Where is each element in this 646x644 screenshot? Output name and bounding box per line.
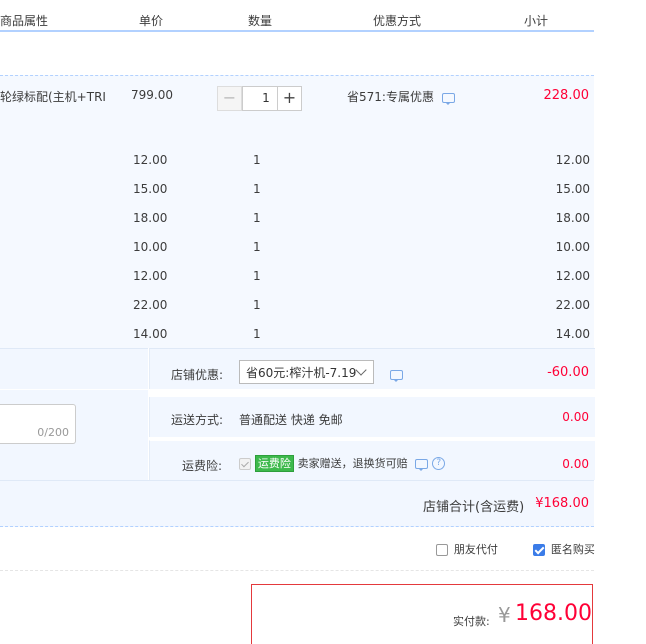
header-divider — [313, 26, 316, 28]
row-qty: 1 — [253, 153, 261, 167]
anonymous-checkbox[interactable] — [533, 543, 545, 556]
col-price-header: 单价 — [139, 14, 164, 28]
anonymous-option[interactable]: 匿名购买 — [533, 541, 595, 557]
row-subtotal: 10.00 — [555, 240, 590, 254]
promo-text: 省571:专属优惠 — [347, 90, 434, 104]
row-qty: 1 — [253, 240, 261, 254]
insurance-checkbox[interactable] — [239, 457, 251, 470]
row-subtotal: 14.00 — [555, 327, 590, 341]
friend-pay-option[interactable]: 朋友代付 — [436, 541, 498, 557]
help-icon[interactable]: ? — [432, 457, 446, 470]
discount-label: 店铺优惠: — [171, 368, 224, 382]
row-price: 15.00 — [133, 182, 168, 196]
row-price: 18.00 — [133, 211, 168, 225]
discount-selected: 省60元:榨汁机-7.19 — [246, 366, 357, 380]
table-header: 商品属性 单价 数量 优惠方式 小计 — [0, 0, 594, 32]
chevron-down-icon — [355, 364, 367, 376]
row-price: 12.00 — [133, 269, 168, 283]
shipping-amount: 0.00 — [562, 410, 589, 424]
message-counter: 0/200 — [37, 426, 69, 439]
payment-currency: ¥ — [498, 603, 511, 627]
row-price: 12.00 — [133, 153, 168, 167]
payment-label: 实付款: — [453, 615, 490, 628]
header-divider — [204, 26, 207, 28]
friend-pay-label: 朋友代付 — [453, 543, 498, 556]
quantity-plus-button[interactable]: + — [277, 86, 302, 111]
row-price: 10.00 — [133, 240, 168, 254]
col-promo-header: 优惠方式 — [373, 14, 422, 28]
item-subtotal: 228.00 — [543, 88, 590, 103]
insurance-label: 运费险: — [182, 459, 223, 473]
shop-total-label: 店铺合计(含运费) — [423, 500, 525, 515]
row-qty: 1 — [253, 269, 261, 283]
row-subtotal: 15.00 — [555, 182, 590, 196]
col-subtotal-header: 小计 — [524, 14, 549, 28]
header-divider — [95, 26, 98, 28]
message-input[interactable]: 0/200 — [0, 404, 76, 444]
row-price: 14.00 — [133, 327, 168, 341]
header-divider — [476, 26, 479, 28]
discount-amount: -60.00 — [547, 365, 589, 380]
shipping-method: 普通配送 快递 免邮 — [239, 413, 343, 427]
row-qty: 1 — [253, 298, 261, 312]
row-subtotal: 12.00 — [555, 153, 590, 167]
row-subtotal: 22.00 — [555, 298, 590, 312]
row-subtotal: 12.00 — [555, 269, 590, 283]
row-price: 22.00 — [133, 298, 168, 312]
chat-icon[interactable] — [441, 92, 455, 105]
insurance-amount: 0.00 — [562, 457, 589, 471]
shipping-label: 运送方式: — [171, 413, 224, 427]
divider — [0, 570, 594, 571]
item-price: 799.00 — [131, 88, 173, 102]
insurance-info: 运费险 卖家赠送，退换货可赔 ? — [239, 455, 446, 472]
row-qty: 1 — [253, 182, 261, 196]
message-label-area — [0, 348, 148, 389]
row-qty: 1 — [253, 211, 261, 225]
anonymous-label: 匿名购买 — [550, 543, 595, 556]
item-name[interactable]: 轮绿标配(主机+TRI — [0, 88, 106, 105]
order-items — [0, 75, 594, 348]
col-qty-header: 数量 — [248, 14, 273, 28]
col-attr-header: 商品属性 — [0, 14, 49, 28]
payment-summary: 实付款: ¥ 168.00 — [251, 584, 593, 644]
quantity-minus-button[interactable]: − — [217, 86, 242, 111]
insurance-tag: 运费险 — [254, 455, 294, 472]
payment-amount: 168.00 — [515, 601, 592, 626]
row-qty: 1 — [253, 327, 261, 341]
row-subtotal: 18.00 — [555, 211, 590, 225]
item-promo: 省571:专属优惠 — [347, 88, 455, 105]
chat-icon[interactable] — [390, 369, 403, 382]
chat-icon[interactable] — [415, 458, 429, 471]
friend-pay-checkbox[interactable] — [436, 543, 448, 556]
shop-total-value: ¥168.00 — [535, 496, 589, 511]
insurance-text: 卖家赠送，退换货可赔 — [297, 457, 408, 470]
discount-select[interactable]: 省60元:榨汁机-7.19 — [239, 360, 374, 384]
